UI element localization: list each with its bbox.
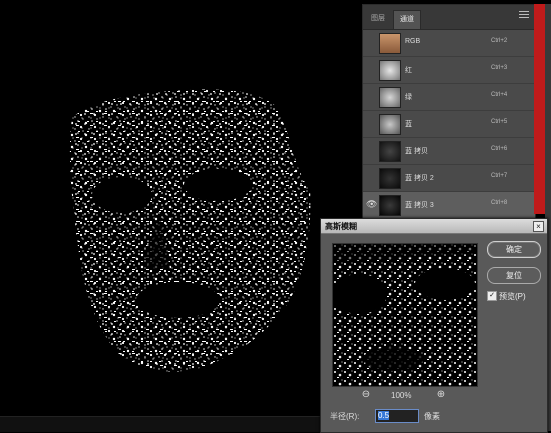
zoom-in-icon[interactable]: ⊕	[435, 389, 447, 401]
visibility-eye-icon[interactable]	[366, 64, 376, 74]
channel-name: 绿	[405, 94, 412, 101]
channel-shortcut: Ctrl+8	[491, 200, 508, 206]
visibility-eye-icon[interactable]	[366, 145, 376, 155]
channel-name: 蓝	[405, 121, 412, 128]
channel-shortcut: Ctrl+7	[491, 173, 508, 179]
channel-thumbnail	[379, 168, 401, 189]
channel-thumbnail	[379, 60, 401, 81]
visibility-eye-icon[interactable]	[366, 37, 376, 47]
channels-panel: 图层 通道 RGB Ctrl+2 红 Ctrl+3 绿 Ctrl+4 蓝 Ctr…	[362, 4, 536, 222]
dialog-title: 高斯模糊	[325, 222, 357, 231]
channel-row-blue[interactable]: 蓝 Ctrl+5	[363, 111, 535, 138]
preview-image	[331, 244, 477, 386]
radius-value: 0.5	[378, 411, 390, 420]
channel-thumbnail	[379, 87, 401, 108]
channel-row-green[interactable]: 绿 Ctrl+4	[363, 84, 535, 111]
radius-unit: 像素	[424, 412, 440, 421]
channel-row-blue-copy[interactable]: 蓝 拷贝 Ctrl+6	[363, 138, 535, 165]
channel-shortcut: Ctrl+6	[491, 146, 508, 152]
channel-name: 蓝 拷贝 2	[405, 175, 434, 182]
visibility-eye-icon[interactable]: 👁	[366, 199, 377, 209]
channel-shortcut: Ctrl+5	[491, 119, 508, 125]
tab-layers[interactable]: 图层	[365, 10, 391, 28]
channel-thumbnail	[379, 33, 401, 54]
blur-preview-window[interactable]	[331, 243, 478, 387]
channel-name: 蓝 拷贝	[405, 148, 428, 155]
channel-thumbnail	[379, 114, 401, 135]
channel-name: RGB	[405, 38, 421, 45]
visibility-eye-icon[interactable]	[366, 172, 376, 182]
channel-row-rgb[interactable]: RGB Ctrl+2	[363, 30, 535, 57]
visibility-eye-icon[interactable]	[366, 118, 376, 128]
zoom-level: 100%	[391, 391, 412, 400]
preview-checkbox[interactable]: ✓	[487, 291, 497, 301]
channel-thumbnail	[379, 141, 401, 162]
canvas-horizontal-scrollbar[interactable]	[0, 416, 362, 432]
radius-label: 半径(R):	[330, 412, 360, 421]
panel-tab-bar: 图层 通道	[363, 5, 535, 30]
close-button[interactable]: ×	[533, 221, 544, 232]
gaussian-blur-dialog: 高斯模糊 × ⊖ 100% ⊕ 确定 复位 ✓ 预览(P) 半径(R): 0.5…	[320, 218, 548, 433]
channel-name: 蓝 拷贝 3	[405, 202, 434, 209]
channel-shortcut: Ctrl+2	[491, 38, 508, 44]
face-high-pass-image	[69, 89, 311, 372]
preview-label: 预览(P)	[499, 292, 526, 301]
radius-input[interactable]: 0.5	[375, 409, 419, 423]
channel-thumbnail	[379, 195, 401, 216]
zoom-out-icon[interactable]: ⊖	[360, 389, 372, 401]
channel-row-red[interactable]: 红 Ctrl+3	[363, 57, 535, 84]
image-canvas[interactable]	[0, 0, 362, 432]
dialog-titlebar[interactable]: 高斯模糊 ×	[321, 219, 547, 234]
channel-row-blue-copy-3[interactable]: 👁 蓝 拷贝 3 Ctrl+8	[363, 192, 535, 219]
channel-row-blue-copy-2[interactable]: 蓝 拷贝 2 Ctrl+7	[363, 165, 535, 192]
channel-shortcut: Ctrl+3	[491, 65, 508, 71]
ok-button[interactable]: 确定	[487, 241, 541, 258]
channel-shortcut: Ctrl+4	[491, 92, 508, 98]
channel-name: 红	[405, 67, 412, 74]
reset-button[interactable]: 复位	[487, 267, 541, 284]
tab-channels[interactable]: 通道	[393, 10, 421, 29]
panel-menu-icon[interactable]	[519, 11, 529, 19]
visibility-eye-icon[interactable]	[366, 91, 376, 101]
